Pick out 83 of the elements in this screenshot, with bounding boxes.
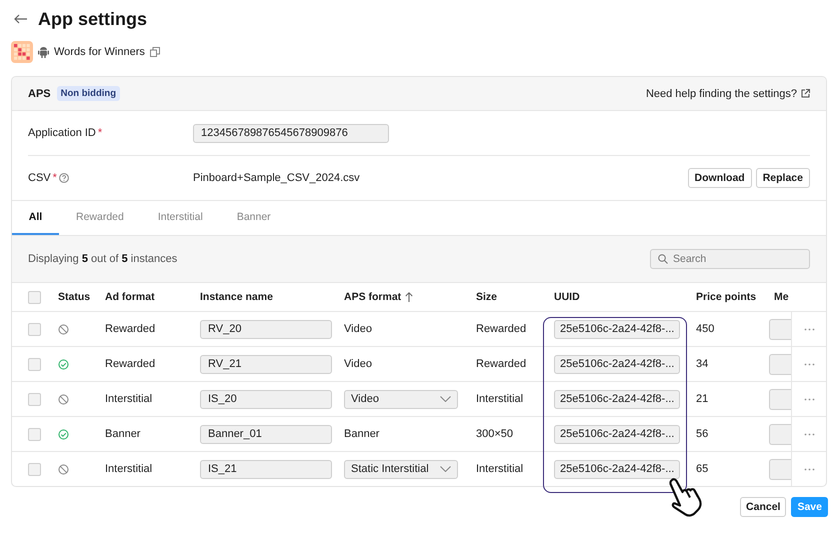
field-label: CSV [28,172,51,184]
help-icon[interactable] [58,173,69,183]
copy-icon[interactable] [150,47,160,57]
instance-name-field[interactable]: IS_20 [200,390,332,408]
back-arrow-icon[interactable] [14,14,28,24]
column-header[interactable]: UUID [554,291,580,303]
column-header[interactable]: Instance name [200,291,273,303]
tab[interactable]: Banner [220,201,288,235]
ad-format: Rewarded [105,323,156,335]
ad-format: Interstitial [105,393,152,405]
me-field[interactable] [769,458,791,480]
more-icon[interactable] [804,328,815,330]
chevron-down-icon [440,396,451,402]
aps-format: Video [344,358,372,370]
price-points: 65 [696,463,708,475]
uuid-field[interactable]: 25e5106c-2a24-42f8-... [554,424,680,444]
instance-name-field[interactable]: IS_21 [200,460,332,478]
instance-name-field[interactable]: Banner_01 [200,424,332,444]
price-points: 21 [696,393,708,405]
me-field[interactable] [769,388,791,410]
file-name: Pinboard+Sample_CSV_2024.csv [193,172,361,184]
select-all-checkbox[interactable] [28,290,40,304]
column-header[interactable]: Ad format [105,291,155,303]
application-id-field[interactable]: 123456789876545678909876 [193,124,389,142]
more-icon[interactable] [804,362,815,366]
uuid-field[interactable]: 25e5106c-2a24-42f8-... [554,390,680,408]
ad-format: Banner [105,428,140,440]
more-icon[interactable] [804,432,815,436]
aps-format: Video [344,323,372,335]
ad-format: Interstitial [105,463,152,475]
external-link-icon [801,89,810,98]
column-header[interactable]: Me [774,291,789,303]
column-header[interactable]: APS format [344,291,402,303]
me-field[interactable] [769,354,791,374]
price-points: 34 [696,358,708,370]
ad-format: Rewarded [105,358,156,370]
uuid-field[interactable]: 25e5106c-2a24-42f8-... [554,460,680,478]
me-field[interactable] [769,424,791,444]
size: Interstitial [476,393,524,405]
instance-name-field[interactable]: RV_20 [200,320,332,338]
row-checkbox[interactable] [28,322,40,336]
required-mark: * [98,127,102,139]
instance-count: Displaying 5 out of 5 instances [28,253,178,265]
me-field[interactable] [769,318,791,340]
sort-arrow-icon[interactable] [405,292,414,302]
required-mark: * [52,172,57,184]
row-checkbox[interactable] [28,462,40,476]
more-icon[interactable] [804,398,815,400]
cancel-button[interactable]: Cancel [740,497,786,517]
column-header[interactable]: Status [58,291,90,303]
size: Rewarded [476,358,526,370]
help-link[interactable]: Need help finding the settings? [646,88,810,100]
aps-format: Banner [344,428,380,440]
price-points: 450 [696,323,714,335]
row-checkbox[interactable] [28,358,40,370]
app-name: Words for Winners [54,46,145,58]
file-button[interactable]: Replace [756,168,810,188]
size: Rewarded [476,323,526,335]
uuid-field[interactable]: 25e5106c-2a24-42f8-... [554,354,680,374]
search-icon [658,254,668,264]
bidding-badge: Non bidding [56,86,120,101]
file-button[interactable]: Download [688,168,752,188]
size: 300×50 [476,428,514,440]
app-logo-icon [11,41,33,63]
chevron-down-icon [440,466,451,472]
tab[interactable]: Rewarded [59,201,141,235]
instance-name-field[interactable]: RV_21 [200,354,332,374]
row-checkbox[interactable] [28,428,40,440]
more-icon[interactable] [804,468,815,470]
price-points: 56 [696,428,708,440]
row-checkbox[interactable] [28,392,40,406]
field-label: Application ID [28,127,96,139]
aps-format-select[interactable]: Static Interstitial [344,460,458,478]
android-icon [38,46,49,58]
tab[interactable]: Interstitial [140,201,220,235]
aps-format-select[interactable]: Video [344,390,458,408]
uuid-field[interactable]: 25e5106c-2a24-42f8-... [554,320,680,338]
search-field[interactable]: Search [650,249,810,269]
column-header[interactable]: Price points [696,291,756,303]
page-title: App settings [38,8,148,30]
section-label: APS [28,88,51,100]
column-header[interactable]: Size [476,291,498,303]
size: Interstitial [476,463,524,475]
